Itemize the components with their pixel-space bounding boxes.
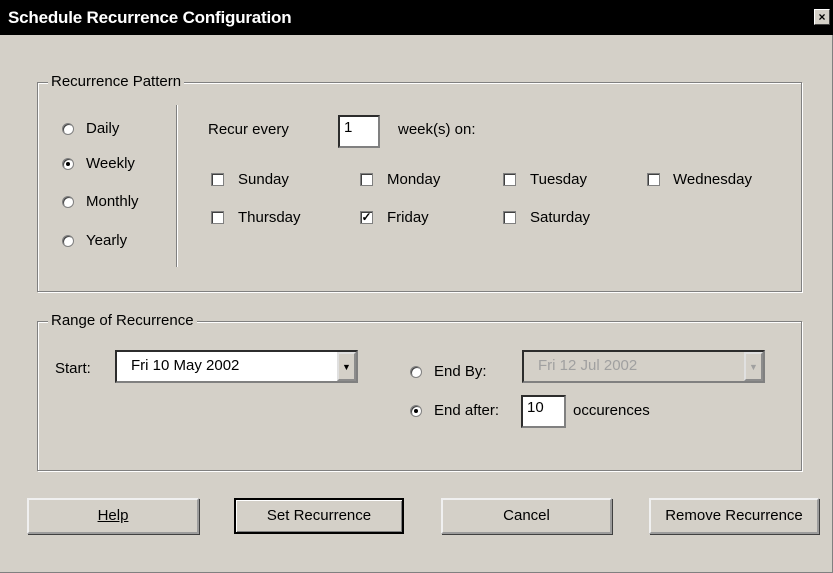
checkbox-friday-label: Friday: [387, 209, 429, 226]
checkbox-tuesday-label: Tuesday: [530, 171, 587, 188]
radio-daily[interactable]: [62, 123, 74, 135]
title-bar[interactable]: Schedule Recurrence Configuration ×: [0, 0, 833, 35]
checkbox-sunday[interactable]: [211, 173, 224, 186]
cancel-button-label: Cancel: [503, 507, 550, 524]
radio-monthly-label: Monthly: [86, 193, 139, 210]
radio-yearly-label: Yearly: [86, 232, 128, 249]
radio-monthly[interactable]: [62, 196, 74, 208]
weeks-on-label: week(s) on:: [398, 121, 476, 138]
checkbox-wednesday-label: Wednesday: [673, 171, 752, 188]
range-of-recurrence-legend: Range of Recurrence: [48, 312, 197, 329]
end-after-value: 10: [527, 399, 544, 416]
checkbox-monday[interactable]: [360, 173, 373, 186]
check-mark-icon: ✓: [361, 210, 372, 224]
close-icon: ×: [818, 10, 826, 24]
help-button[interactable]: Help: [27, 498, 199, 534]
recurrence-dialog: Schedule Recurrence Configuration × Recu…: [0, 0, 833, 573]
start-date-dropdown[interactable]: Fri 10 May 2002 ▼: [115, 350, 358, 383]
end-after-input[interactable]: 10: [521, 395, 566, 428]
chevron-down-icon[interactable]: ▼: [337, 352, 356, 381]
checkbox-saturday-label: Saturday: [530, 209, 591, 226]
radio-end-after-label: End after:: [434, 402, 500, 419]
help-button-label: Help: [97, 507, 129, 524]
start-date-value: Fri 10 May 2002: [131, 357, 240, 374]
range-of-recurrence-group: Range of Recurrence: [37, 312, 802, 471]
chevron-down-icon[interactable]: ▼: [744, 352, 763, 381]
pattern-divider: [176, 105, 178, 267]
radio-weekly-label: Weekly: [86, 155, 135, 172]
end-by-date-dropdown[interactable]: Fri 12 Jul 2002 ▼: [522, 350, 765, 383]
close-button[interactable]: ×: [814, 9, 830, 25]
set-recurrence-button-label: Set Recurrence: [266, 507, 372, 524]
checkbox-friday[interactable]: ✓: [360, 211, 373, 224]
checkbox-wednesday[interactable]: [647, 173, 660, 186]
radio-end-by-label: End By:: [434, 363, 487, 380]
recur-every-label: Recur every: [208, 121, 289, 138]
checkbox-monday-label: Monday: [387, 171, 441, 188]
radio-yearly[interactable]: [62, 235, 74, 247]
radio-end-by[interactable]: [410, 366, 422, 378]
recur-every-value: 1: [344, 119, 353, 136]
radio-weekly[interactable]: [62, 158, 74, 170]
remove-recurrence-button-label: Remove Recurrence: [665, 507, 803, 524]
recurrence-pattern-legend: Recurrence Pattern: [48, 73, 185, 90]
occurrences-label: occurences: [573, 402, 650, 419]
start-label: Start:: [55, 360, 91, 377]
checkbox-thursday-label: Thursday: [238, 209, 301, 226]
checkbox-sunday-label: Sunday: [238, 171, 289, 188]
radio-end-after[interactable]: [410, 405, 422, 417]
dialog-title: Schedule Recurrence Configuration: [8, 8, 292, 27]
remove-recurrence-button[interactable]: Remove Recurrence: [649, 498, 819, 534]
cancel-button[interactable]: Cancel: [441, 498, 612, 534]
checkbox-thursday[interactable]: [211, 211, 224, 224]
set-recurrence-button[interactable]: Set Recurrence: [234, 498, 404, 534]
end-by-date-value: Fri 12 Jul 2002: [538, 357, 638, 374]
checkbox-tuesday[interactable]: [503, 173, 516, 186]
recur-every-input[interactable]: 1: [338, 115, 380, 148]
checkbox-saturday[interactable]: [503, 211, 516, 224]
radio-daily-label: Daily: [86, 120, 120, 137]
